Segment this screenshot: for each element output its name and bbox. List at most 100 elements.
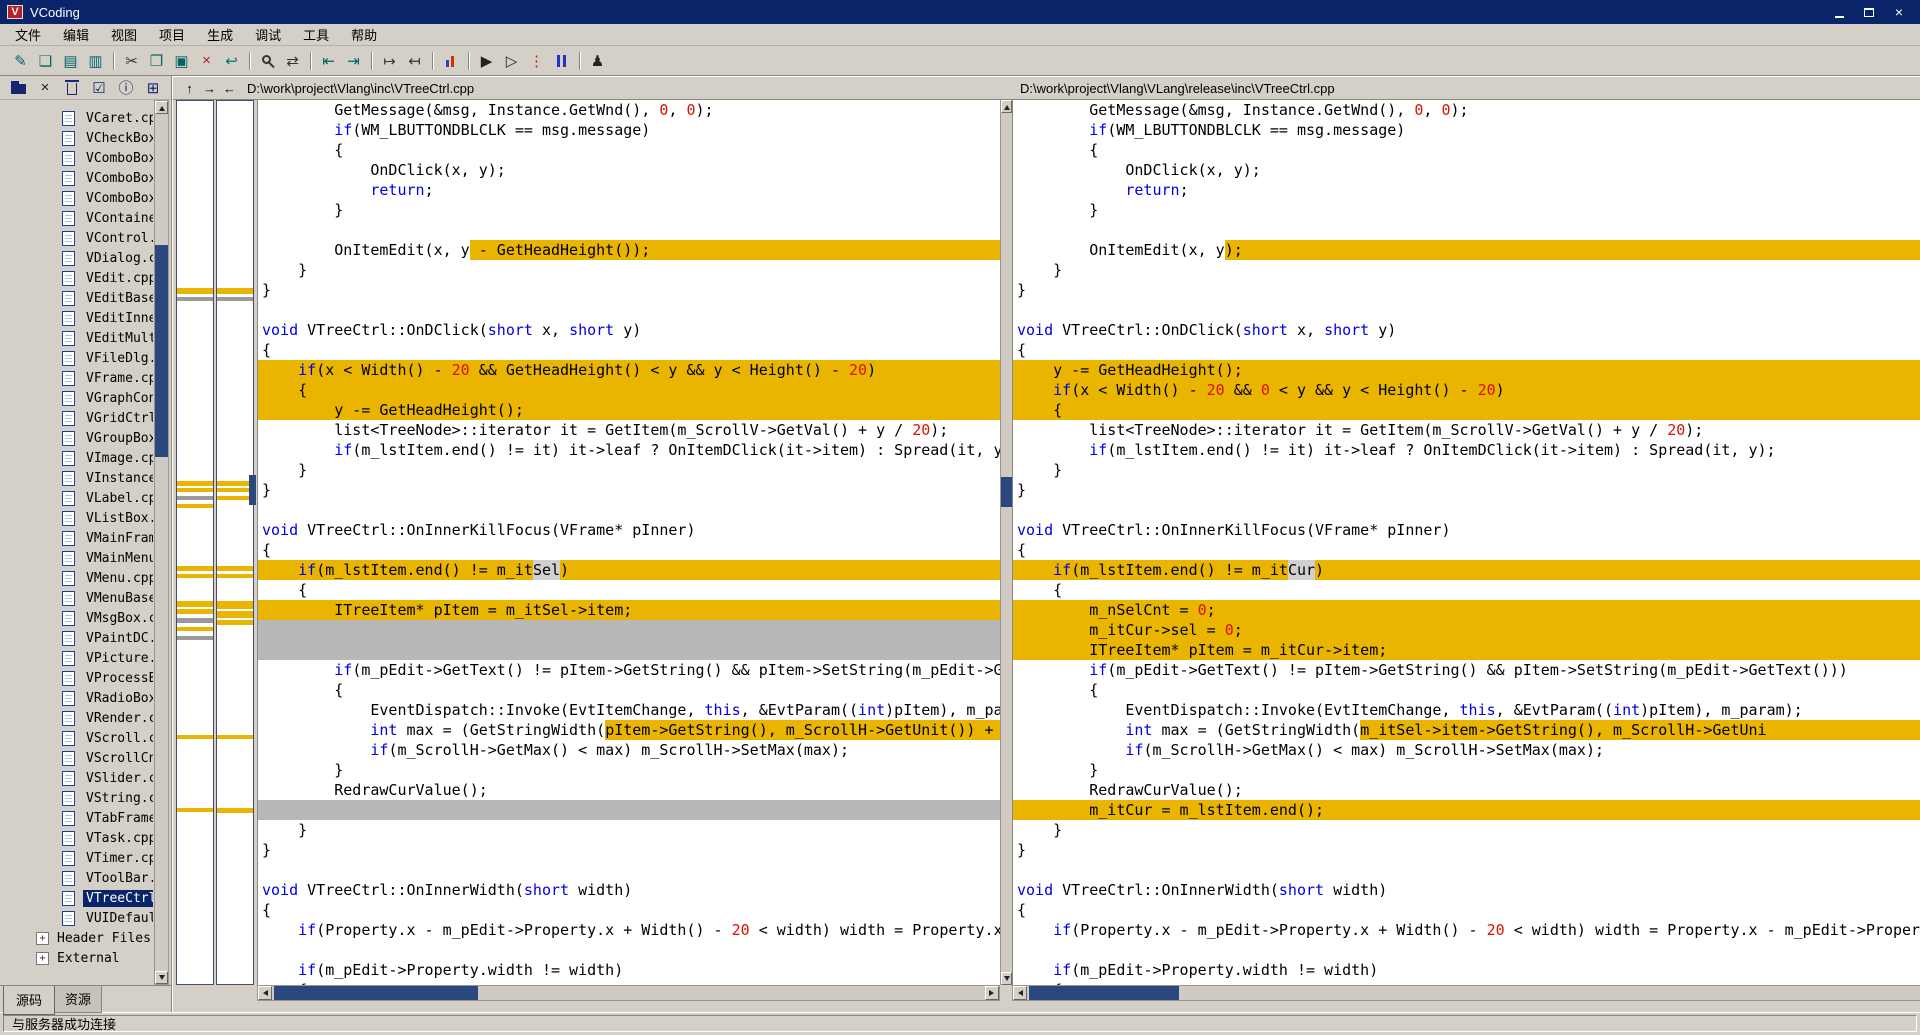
- right-horizontal-scrollbar[interactable]: [1012, 985, 1920, 1001]
- edit-source-button[interactable]: ✎: [9, 50, 32, 72]
- code-line[interactable]: {: [1013, 540, 1920, 560]
- code-line[interactable]: void VTreeCtrl::OnInnerWidth(short width…: [1013, 880, 1920, 900]
- code-line[interactable]: if(x < Width() - 20 && GetHeadHeight() <…: [258, 360, 1000, 380]
- code-line[interactable]: [258, 940, 1000, 960]
- code-line[interactable]: if(m_pEdit->Property.width != width): [1013, 960, 1920, 980]
- file-item[interactable]: VUIDefault.cpp: [0, 908, 153, 928]
- code-line[interactable]: if(WM_LBUTTONDBLCLK == msg.message): [1013, 120, 1920, 140]
- expand-icon[interactable]: +: [36, 952, 49, 965]
- code-line[interactable]: OnDClick(x, y);: [1013, 160, 1920, 180]
- code-line[interactable]: [1013, 860, 1920, 880]
- file-item[interactable]: VTimer.cpp: [0, 848, 153, 868]
- tab-资源[interactable]: 资源: [54, 986, 102, 1013]
- code-line[interactable]: if(WM_LBUTTONDBLCLK == msg.message): [258, 120, 1000, 140]
- code-line[interactable]: if(m_lstItem.end() != it) it->leaf ? OnI…: [258, 440, 1000, 460]
- overview-ruler[interactable]: [173, 100, 257, 985]
- code-line[interactable]: void VTreeCtrl::OnDClick(short x, short …: [258, 320, 1000, 340]
- menu-视图[interactable]: 视图: [100, 23, 148, 46]
- code-line[interactable]: }: [1013, 480, 1920, 500]
- file-item[interactable]: VMainFrame.cpp: [0, 528, 153, 548]
- code-line[interactable]: }: [258, 480, 1000, 500]
- file-item[interactable]: VGridCtrl.cpp: [0, 408, 153, 428]
- indent-button[interactable]: ⇥: [342, 50, 365, 72]
- code-line[interactable]: {: [1013, 400, 1920, 420]
- code-line[interactable]: void VTreeCtrl::OnInnerKillFocus(VFrame*…: [258, 520, 1000, 540]
- delete-item-button[interactable]: [64, 81, 80, 95]
- menu-文件[interactable]: 文件: [4, 23, 52, 46]
- file-item[interactable]: VControl.cpp: [0, 228, 153, 248]
- nav-forward-button[interactable]: →: [201, 81, 218, 96]
- attach-button[interactable]: ♟: [586, 50, 609, 72]
- code-line[interactable]: {: [258, 380, 1000, 400]
- code-line[interactable]: if(m_lstItem.end() != m_itSel): [258, 560, 1000, 580]
- code-line[interactable]: }: [258, 820, 1000, 840]
- code-line[interactable]: [258, 500, 1000, 520]
- code-line[interactable]: int max = (GetStringWidth(m_itSel->item-…: [1013, 720, 1920, 740]
- code-line[interactable]: [258, 640, 1000, 660]
- code-line[interactable]: }: [1013, 820, 1920, 840]
- file-item[interactable]: VPaintDC.cpp: [0, 628, 153, 648]
- file-tree[interactable]: VCaret.cppVCheckBox.cppVComboBox.cppVCom…: [0, 100, 171, 985]
- code-line[interactable]: [258, 220, 1000, 240]
- left-hscroll-thumb[interactable]: [274, 986, 478, 1000]
- expand-icon[interactable]: +: [36, 932, 49, 945]
- code-line[interactable]: OnDClick(x, y);: [258, 160, 1000, 180]
- scroll-up-button[interactable]: [1001, 100, 1012, 113]
- copy-button[interactable]: ❐: [145, 50, 168, 72]
- file-item[interactable]: VScroll.cpp: [0, 728, 153, 748]
- code-line[interactable]: [1013, 940, 1920, 960]
- file-item[interactable]: VComboBoxEdit.cpp: [0, 188, 153, 208]
- file-item[interactable]: VDialog.cpp: [0, 248, 153, 268]
- file-item[interactable]: VEdit.cpp: [0, 268, 153, 288]
- code-line[interactable]: {: [258, 140, 1000, 160]
- code-line[interactable]: ITreeItem* pItem = m_itCur->item;: [1013, 640, 1920, 660]
- code-line[interactable]: m_itCur->sel = 0;: [1013, 620, 1920, 640]
- file-item[interactable]: VCheckBox.cpp: [0, 128, 153, 148]
- code-line[interactable]: RedrawCurValue();: [1013, 780, 1920, 800]
- right-code-editor[interactable]: GetMessage(&msg, Instance.GetWnd(), 0, 0…: [1012, 100, 1920, 985]
- statistics-button[interactable]: [439, 50, 462, 72]
- run-button[interactable]: ▶: [475, 50, 498, 72]
- code-line[interactable]: }: [258, 200, 1000, 220]
- code-line[interactable]: void VTreeCtrl::OnDClick(short x, short …: [1013, 320, 1920, 340]
- file-item[interactable]: VMenuBase.cpp: [0, 588, 153, 608]
- outdent-button[interactable]: ⇤: [317, 50, 340, 72]
- code-line[interactable]: }: [1013, 840, 1920, 860]
- menu-调试[interactable]: 调试: [244, 23, 292, 46]
- code-line[interactable]: if(m_lstItem.end() != it) it->leaf ? OnI…: [1013, 440, 1920, 460]
- code-line[interactable]: EventDispatch::Invoke(EvtItemChange, thi…: [1013, 700, 1920, 720]
- paste-button[interactable]: ▣: [170, 50, 193, 72]
- menu-工具[interactable]: 工具: [292, 23, 340, 46]
- code-line[interactable]: [258, 860, 1000, 880]
- code-line[interactable]: if(m_ScrollH->GetMax() < max) m_ScrollH-…: [1013, 740, 1920, 760]
- code-line[interactable]: if(m_lstItem.end() != m_itCur): [1013, 560, 1920, 580]
- file-item[interactable]: VRender.cpp: [0, 708, 153, 728]
- left-vertical-scrollbar[interactable]: [1000, 100, 1012, 985]
- file-item[interactable]: VImage.cpp: [0, 448, 153, 468]
- code-line[interactable]: {: [258, 680, 1000, 700]
- file-item[interactable]: VMainMenu.cpp: [0, 548, 153, 568]
- code-line[interactable]: {: [258, 580, 1000, 600]
- info-button[interactable]: ⓘ: [118, 77, 134, 98]
- code-line[interactable]: }: [1013, 260, 1920, 280]
- file-item[interactable]: VContainer.cpp: [0, 208, 153, 228]
- code-line[interactable]: if(m_pEdit->GetText() != pItem->GetStrin…: [258, 660, 1000, 680]
- scroll-up-button[interactable]: [155, 101, 168, 114]
- goto-next-button[interactable]: ↦: [378, 50, 401, 72]
- delete-button[interactable]: ×: [195, 50, 218, 72]
- code-line[interactable]: {: [1013, 680, 1920, 700]
- tree-scrollbar-thumb[interactable]: [155, 245, 168, 457]
- search-button[interactable]: [256, 50, 279, 72]
- scroll-down-button[interactable]: [155, 971, 168, 984]
- code-line[interactable]: {: [1013, 900, 1920, 920]
- code-line[interactable]: if(m_pEdit->GetText() != pItem->GetStrin…: [1013, 660, 1920, 680]
- code-line[interactable]: RedrawCurValue();: [258, 780, 1000, 800]
- file-item[interactable]: VSlider.cpp: [0, 768, 153, 788]
- code-line[interactable]: [258, 620, 1000, 640]
- scroll-left-button[interactable]: [258, 986, 272, 1000]
- code-line[interactable]: {: [1013, 580, 1920, 600]
- code-line[interactable]: ITreeItem* pItem = m_itSel->item;: [258, 600, 1000, 620]
- file-item[interactable]: VGroupBox.cpp: [0, 428, 153, 448]
- code-line[interactable]: {: [1013, 140, 1920, 160]
- code-line[interactable]: void VTreeCtrl::OnInnerKillFocus(VFrame*…: [1013, 520, 1920, 540]
